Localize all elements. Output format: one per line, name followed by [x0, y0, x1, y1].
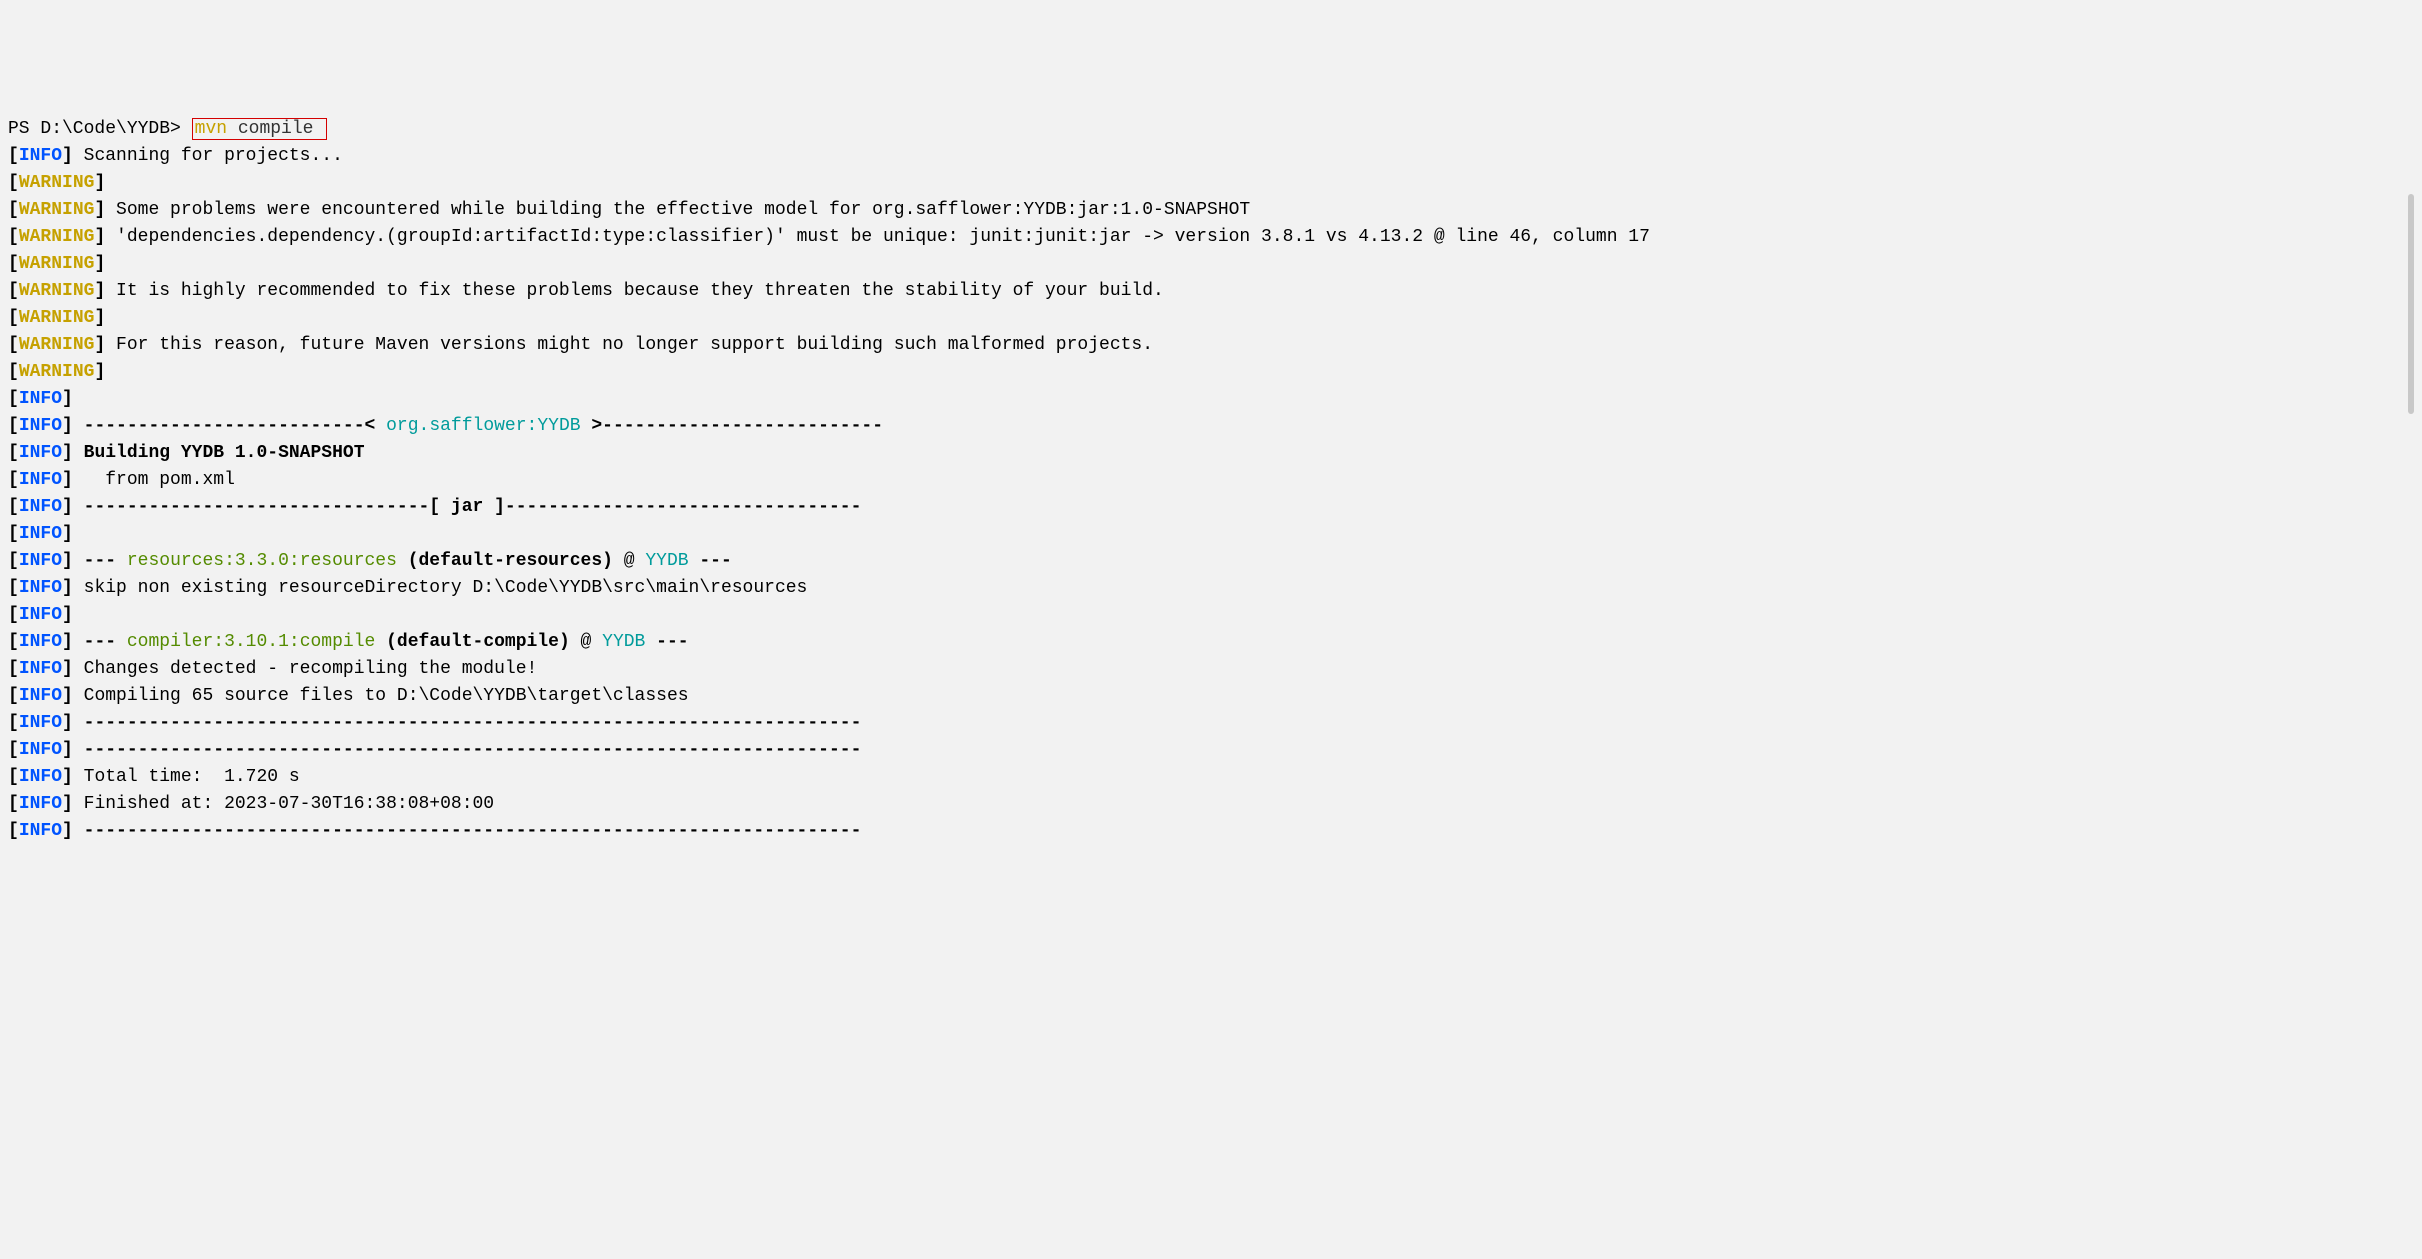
info-tag: INFO — [19, 740, 62, 760]
warning-tag: WARNING — [19, 308, 95, 328]
log-line: [WARNING] For this reason, future Maven … — [8, 332, 2402, 359]
log-line: [INFO] Changes detected - recompiling th… — [8, 656, 2402, 683]
project-coord: org.safflower:YYDB — [386, 416, 580, 436]
log-line: [INFO] --- compiler:3.10.1:compile (defa… — [8, 629, 2402, 656]
building-label: Building YYDB 1.0-SNAPSHOT — [73, 443, 365, 463]
info-tag: INFO — [19, 605, 62, 625]
info-tag: INFO — [19, 443, 62, 463]
log-line: [INFO] Compiling 65 source files to D:\C… — [8, 683, 2402, 710]
info-tag: INFO — [19, 713, 62, 733]
warning-tag: WARNING — [19, 281, 95, 301]
info-tag: INFO — [19, 524, 62, 544]
log-line: [INFO] --------------------------------[… — [8, 494, 2402, 521]
info-tag: INFO — [19, 497, 62, 517]
warning-tag: WARNING — [19, 200, 95, 220]
log-line: [INFO] — [8, 386, 2402, 413]
project-yydb: YYDB — [645, 551, 688, 571]
project-yydb: YYDB — [602, 632, 645, 652]
log-line: [INFO] ---------------------------------… — [8, 710, 2402, 737]
prompt: PS D:\Code\YYDB> — [8, 119, 192, 139]
warning-tag: WARNING — [19, 254, 95, 274]
log-line: [WARNING] — [8, 251, 2402, 278]
log-line: [INFO] Finished at: 2023-07-30T16:38:08+… — [8, 791, 2402, 818]
plugin-resources: resources:3.3.0:resources — [127, 551, 397, 571]
info-tag: INFO — [19, 416, 62, 436]
log-line: [INFO] — [8, 521, 2402, 548]
log-line: [WARNING] — [8, 359, 2402, 386]
log-line: [INFO] Total time: 1.720 s — [8, 764, 2402, 791]
log-line: [INFO] Building YYDB 1.0-SNAPSHOT — [8, 440, 2402, 467]
log-line: [INFO] ---------------------------------… — [8, 818, 2402, 845]
scrollbar[interactable] — [2408, 194, 2414, 414]
log-line: [WARNING] 'dependencies.dependency.(grou… — [8, 224, 2402, 251]
plugin-compiler: compiler:3.10.1:compile — [127, 632, 375, 652]
log-line: [WARNING] It is highly recommended to fi… — [8, 278, 2402, 305]
info-tag: INFO — [19, 578, 62, 598]
terminal-output[interactable]: PS D:\Code\YYDB> mvn compile [INFO] Scan… — [8, 116, 2414, 845]
info-tag: INFO — [19, 632, 62, 652]
info-tag: INFO — [19, 767, 62, 787]
command-highlight: mvn compile — [192, 118, 328, 140]
info-tag: INFO — [19, 659, 62, 679]
log-line: [WARNING] Some problems were encountered… — [8, 197, 2402, 224]
warning-tag: WARNING — [19, 173, 95, 193]
warning-tag: WARNING — [19, 227, 95, 247]
log-line: [INFO] --------------------------< org.s… — [8, 413, 2402, 440]
warning-tag: WARNING — [19, 362, 95, 382]
info-tag: INFO — [19, 470, 62, 490]
warning-tag: WARNING — [19, 335, 95, 355]
command-compile: compile — [227, 119, 324, 139]
log-line: [INFO] — [8, 602, 2402, 629]
info-tag: INFO — [19, 551, 62, 571]
log-line: [INFO] Scanning for projects... — [8, 143, 2402, 170]
info-tag: INFO — [19, 794, 62, 814]
log-line: [INFO] from pom.xml — [8, 467, 2402, 494]
info-tag: INFO — [19, 821, 62, 841]
command-mvn: mvn — [195, 119, 227, 139]
log-line: [INFO] skip non existing resourceDirecto… — [8, 575, 2402, 602]
prompt-line: PS D:\Code\YYDB> mvn compile — [8, 116, 2402, 143]
log-line: [WARNING] — [8, 305, 2402, 332]
log-line: [INFO] --- resources:3.3.0:resources (de… — [8, 548, 2402, 575]
info-tag: INFO — [19, 389, 62, 409]
info-tag: INFO — [19, 146, 62, 166]
info-tag: INFO — [19, 686, 62, 706]
log-line: [WARNING] — [8, 170, 2402, 197]
log-line: [INFO] ---------------------------------… — [8, 737, 2402, 764]
